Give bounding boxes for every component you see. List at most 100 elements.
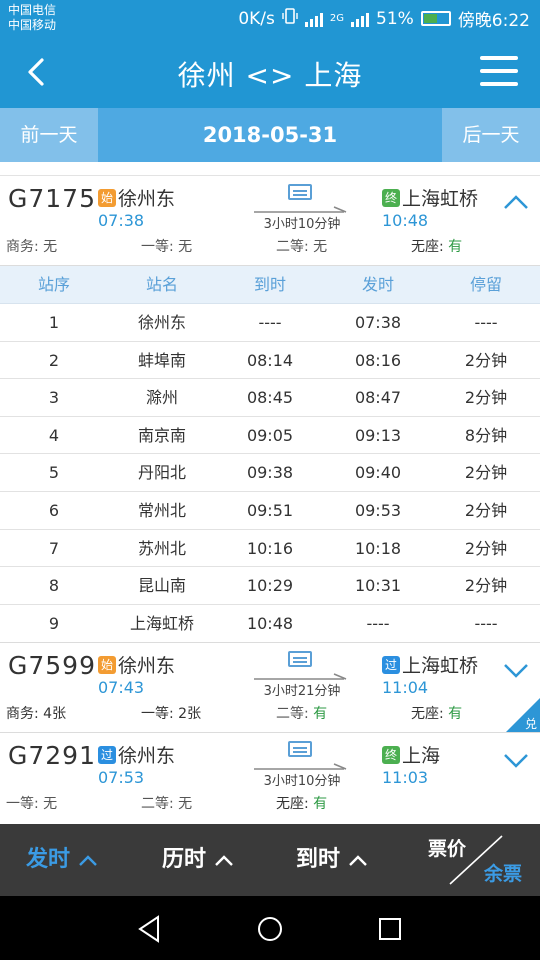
passing-tag: 过 bbox=[382, 655, 400, 674]
train-item-g7175[interactable]: G7175 始 徐州东 07:38 3小时10分钟 终 上海虹桥 10:48 商… bbox=[0, 176, 540, 266]
exchange-badge: 兑 bbox=[506, 698, 540, 733]
svg-text:兑: 兑 bbox=[525, 717, 537, 731]
train-code: G7599 bbox=[8, 651, 96, 681]
status-indicators: 0K/s 2G 51% 傍晚6:22 bbox=[238, 6, 530, 31]
arrival-time: 11:03 bbox=[382, 768, 429, 788]
arrival-station-name: 上海虹桥 bbox=[402, 188, 479, 210]
arrival-station: 过 上海虹桥 bbox=[382, 651, 478, 678]
departure-station: 过 徐州东 bbox=[98, 741, 175, 768]
chevron-down-icon[interactable] bbox=[502, 749, 530, 771]
ticket-icon bbox=[288, 741, 312, 758]
seat-standing: 无座: 有 bbox=[411, 706, 463, 723]
header-station: 站名 bbox=[145, 275, 178, 294]
network-speed: 0K/s bbox=[238, 8, 275, 29]
terminal-tag: 终 bbox=[382, 188, 400, 207]
table-row: 7 苏州北 10:16 10:18 2分钟 bbox=[0, 530, 540, 568]
passing-tag: 过 bbox=[98, 745, 116, 764]
sort-by-price-button[interactable]: 票价 余票 bbox=[426, 830, 522, 890]
arrival-time: 11:04 bbox=[382, 678, 429, 698]
table-row: 3 滁州 08:45 08:47 2分钟 bbox=[0, 379, 540, 417]
departure-station: 始 徐州东 bbox=[98, 651, 175, 678]
chevron-down-icon[interactable] bbox=[502, 659, 530, 681]
previous-day-button[interactable]: 前一天 bbox=[0, 108, 98, 162]
chevron-up-icon bbox=[349, 855, 367, 866]
signal-icon bbox=[304, 11, 323, 27]
arrival-station-name: 上海 bbox=[402, 745, 441, 768]
menu-icon[interactable] bbox=[480, 56, 518, 88]
back-triangle-icon[interactable] bbox=[132, 912, 166, 946]
seat-business: 商务: 4张 bbox=[6, 706, 67, 723]
status-bar: 中国电信 中国移动 0K/s 2G 51% 傍晚6:22 bbox=[0, 0, 540, 36]
table-row: 1 徐州东 ---- 07:38 ---- bbox=[0, 304, 540, 342]
seat-second-class: 二等: 有 bbox=[276, 706, 328, 723]
departure-station-name: 徐州东 bbox=[118, 655, 176, 678]
arrival-time: 10:48 bbox=[382, 211, 429, 230]
chevron-up-icon bbox=[79, 855, 97, 866]
ticket-icon bbox=[288, 184, 312, 200]
arrival-station: 终 上海 bbox=[382, 741, 440, 768]
stop-table-header: 站序 站名 到时 发时 停留 bbox=[0, 266, 540, 304]
date-navigation: 前一天 2018-05-31 后一天 bbox=[0, 108, 540, 162]
seat-business: 商务: 无 bbox=[6, 239, 58, 255]
carrier-2: 中国移动 bbox=[8, 18, 57, 32]
table-row: 2 蚌埠南 08:14 08:16 2分钟 bbox=[0, 342, 540, 380]
departure-station-name: 徐州东 bbox=[118, 745, 176, 768]
train-code: G7291 bbox=[8, 741, 96, 771]
duration: 3小时10分钟 bbox=[263, 774, 341, 790]
seat-standing: 无座: 有 bbox=[411, 239, 463, 255]
chevron-up-icon[interactable] bbox=[502, 192, 530, 214]
signal-icon-2 bbox=[351, 11, 370, 27]
header-arrive: 到时 bbox=[253, 275, 286, 294]
sort-bar: 发时 历时 到时 票价 余票 bbox=[0, 824, 540, 896]
recents-square-icon[interactable] bbox=[373, 912, 407, 946]
arrival-station: 终 上海虹桥 bbox=[382, 184, 478, 211]
current-date[interactable]: 2018-05-31 bbox=[98, 108, 442, 162]
seat-second-class: 二等: 无 bbox=[141, 796, 193, 813]
arrival-station-name: 上海虹桥 bbox=[402, 655, 479, 678]
departure-station: 始 徐州东 bbox=[98, 184, 175, 211]
vibrate-icon bbox=[282, 8, 298, 29]
duration-indicator: 3小时21分钟 bbox=[254, 651, 350, 701]
duration-indicator: 3小时10分钟 bbox=[254, 741, 350, 791]
sort-by-departure-button[interactable]: 发时 bbox=[26, 824, 98, 896]
page-title: 徐州 <> 上海 bbox=[177, 59, 363, 92]
header-stay: 停留 bbox=[469, 275, 502, 294]
header-depart: 发时 bbox=[361, 275, 394, 294]
list-item-partial bbox=[0, 162, 540, 176]
table-row: 8 昆山南 10:29 10:31 2分钟 bbox=[0, 567, 540, 605]
table-row: 5 丹阳北 09:38 09:40 2分钟 bbox=[0, 454, 540, 492]
clock: 傍晚6:22 bbox=[457, 11, 530, 31]
seat-first-class: 一等: 无 bbox=[141, 239, 193, 255]
seat-second-class: 二等: 无 bbox=[276, 239, 328, 255]
train-list[interactable]: G7175 始 徐州东 07:38 3小时10分钟 终 上海虹桥 10:48 商… bbox=[0, 162, 540, 824]
sort-by-arrival-button[interactable]: 到时 bbox=[296, 824, 368, 896]
duration: 3小时10分钟 bbox=[263, 217, 341, 232]
next-day-button[interactable]: 后一天 bbox=[442, 108, 540, 162]
seat-first-class: 一等: 无 bbox=[6, 796, 58, 813]
system-navigation-bar bbox=[0, 896, 540, 960]
train-item-g7599[interactable]: G7599 始 徐州东 07:43 3小时21分钟 过 上海虹桥 11:04 商… bbox=[0, 643, 540, 734]
table-row: 9 上海虹桥 10:48 ---- ---- bbox=[48, 613, 498, 633]
app-bar: 徐州 <> 上海 bbox=[0, 36, 540, 108]
carrier-1: 中国电信 bbox=[8, 3, 57, 17]
seat-first-class: 一等: 2张 bbox=[141, 706, 202, 723]
duration-indicator: 3小时10分钟 bbox=[254, 184, 350, 234]
train-code: G7175 bbox=[8, 184, 96, 213]
remaining-label: 余票 bbox=[483, 863, 522, 885]
departure-time: 07:43 bbox=[98, 678, 145, 698]
seat-standing: 无座: 有 bbox=[276, 796, 328, 813]
sort-by-duration-button[interactable]: 历时 bbox=[162, 824, 234, 896]
origin-tag: 始 bbox=[98, 655, 116, 674]
chevron-up-icon bbox=[215, 855, 233, 866]
battery-icon bbox=[420, 11, 451, 26]
duration: 3小时21分钟 bbox=[263, 684, 341, 700]
network-type: 2G bbox=[329, 13, 345, 24]
origin-tag: 始 bbox=[98, 188, 116, 207]
home-circle-icon[interactable] bbox=[253, 912, 287, 946]
stop-table: 站序 站名 到时 发时 停留 1 徐州东 ---- 07:38 ---- 2 蚌埠南 08:… bbox=[0, 266, 540, 644]
departure-station-name: 徐州东 bbox=[118, 188, 176, 210]
train-item-g7291[interactable]: G7291 过 徐州东 07:53 3小时10分钟 终 上海 11:03 一等:… bbox=[0, 733, 540, 824]
table-row: 6 常州北 09:51 09:53 2分钟 bbox=[0, 492, 540, 530]
terminal-tag: 终 bbox=[382, 745, 400, 764]
ticket-icon bbox=[288, 651, 312, 668]
